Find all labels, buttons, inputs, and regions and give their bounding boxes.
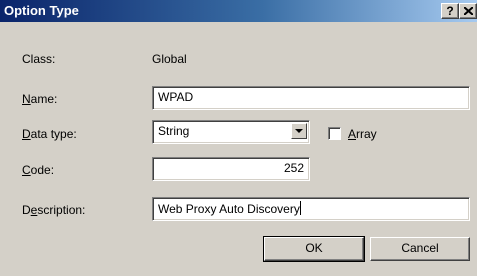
- code-label-rest: ode:: [30, 163, 55, 177]
- name-input-value: WPAD: [158, 90, 194, 104]
- data-type-dropdown[interactable]: String: [152, 120, 310, 144]
- cancel-button[interactable]: Cancel: [370, 237, 470, 261]
- code-label-accel: C: [22, 163, 31, 177]
- close-icon: [464, 7, 473, 15]
- window-title: Option Type: [4, 3, 79, 18]
- code-input-value: 252: [283, 161, 304, 175]
- data-type-selected: String: [158, 124, 190, 138]
- ok-button[interactable]: OK: [263, 236, 365, 262]
- code-input[interactable]: 252: [152, 157, 310, 181]
- description-label-pre: D: [22, 203, 31, 217]
- array-checkbox[interactable]: [328, 127, 341, 140]
- description-label-rest: scription:: [37, 203, 86, 217]
- description-label: Description:: [22, 203, 85, 217]
- data-type-label: Data type:: [22, 127, 77, 141]
- array-label-accel: A: [348, 127, 357, 141]
- name-label: Name:: [22, 92, 57, 106]
- text-caret: [299, 201, 301, 215]
- name-input[interactable]: WPAD: [152, 86, 470, 110]
- close-button[interactable]: [459, 3, 477, 19]
- name-label-accel: N: [22, 92, 31, 106]
- class-label: Class:: [22, 52, 56, 66]
- help-button[interactable]: ?: [441, 3, 459, 19]
- data-type-label-rest: ata type:: [30, 127, 77, 141]
- dropdown-arrow-button[interactable]: [291, 123, 307, 139]
- class-value: Global: [152, 52, 187, 66]
- name-label-rest: ame:: [30, 92, 58, 106]
- option-type-dialog: Option Type ? Class: Global Name: WPAD D…: [0, 0, 477, 276]
- description-input-value: Web Proxy Auto Discovery: [158, 202, 300, 216]
- description-input[interactable]: Web Proxy Auto Discovery: [152, 197, 470, 221]
- array-label[interactable]: Array: [348, 127, 377, 141]
- code-label: Code:: [22, 163, 54, 177]
- title-bar[interactable]: Option Type ?: [0, 0, 477, 22]
- array-label-rest: rray: [356, 127, 377, 141]
- data-type-label-accel: D: [22, 127, 31, 141]
- chevron-down-icon: [295, 129, 303, 133]
